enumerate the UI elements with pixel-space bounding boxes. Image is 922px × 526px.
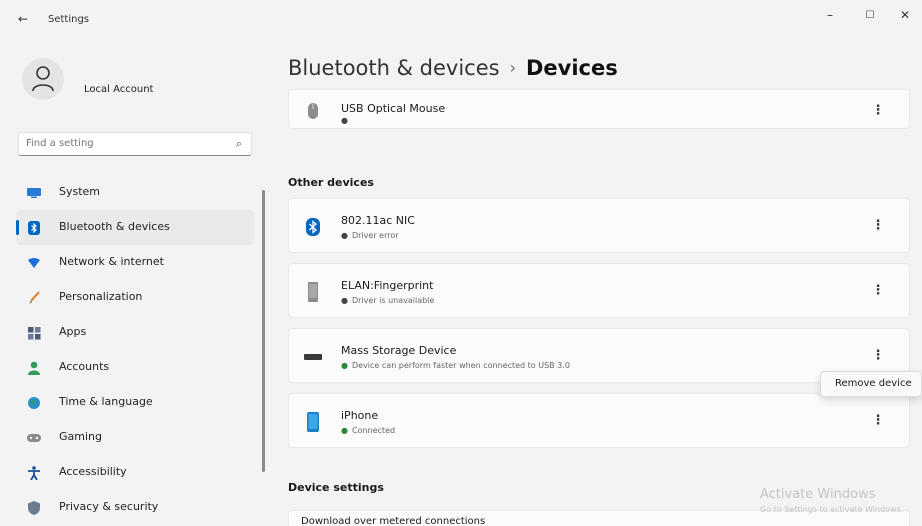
setting-label: Download over metered connections: [301, 516, 486, 526]
sidebar-scrollbar[interactable]: [262, 190, 265, 472]
more-options-button[interactable]: ⋮: [869, 282, 887, 300]
more-options-button[interactable]: ⋮: [869, 412, 887, 430]
watermark-title: Activate Windows: [760, 487, 876, 502]
app-title: Settings: [48, 14, 90, 25]
sidebar-item-accounts[interactable]: Accounts: [16, 350, 254, 385]
sidebar-item-label: Accounts: [59, 360, 110, 373]
bluetooth-icon: [27, 221, 41, 235]
phone-icon: [303, 411, 323, 433]
maximize-button[interactable]: ☐: [860, 10, 880, 21]
status-dot: ●: [341, 231, 348, 240]
globe-clock-icon: [27, 396, 41, 410]
device-card-mass-storage[interactable]: Mass Storage Device ● Device can perform …: [288, 328, 910, 383]
apps-icon: [27, 326, 41, 340]
breadcrumb-parent[interactable]: Bluetooth & devices: [288, 56, 500, 80]
accessibility-icon: [27, 466, 41, 480]
device-status: ● Connected: [341, 426, 396, 435]
device-status: ● Driver error: [341, 231, 399, 240]
section-heading-device-settings: Device settings: [288, 481, 384, 494]
device-card-elan-fingerprint[interactable]: ELAN:Fingerprint ● Driver is unavailable …: [288, 263, 910, 318]
section-heading-other-devices: Other devices: [288, 176, 374, 189]
status-dot: ●: [341, 361, 348, 370]
title-bar: ← Settings – ☐ ✕: [0, 0, 922, 40]
sidebar-item-personalization[interactable]: Personalization: [16, 280, 254, 315]
more-options-button[interactable]: ⋮: [869, 347, 887, 365]
sidebar-item-label: Time & language: [59, 395, 153, 408]
device-card-iphone[interactable]: iPhone ● Connected ⋮: [288, 393, 910, 448]
sidebar-item-system[interactable]: System: [16, 175, 254, 210]
search-icon[interactable]: ⌕: [236, 137, 242, 151]
device-card-802-11ac-nic[interactable]: 802.11ac NIC ● Driver error ⋮: [288, 198, 910, 253]
remove-device-menu-item[interactable]: Remove device: [835, 378, 912, 389]
active-indicator: [16, 220, 19, 235]
device-name: USB Optical Mouse: [341, 102, 446, 115]
watermark-subtitle: Go to Settings to activate Windows.: [760, 505, 904, 514]
mouse-icon: [303, 100, 323, 122]
device-status: ● Device can perform faster when connecte…: [341, 361, 570, 370]
sidebar-item-label: Bluetooth & devices: [59, 220, 170, 233]
more-options-button[interactable]: ⋮: [869, 217, 887, 235]
brush-icon: [27, 291, 41, 305]
wifi-icon: [27, 256, 41, 270]
gamepad-icon: [27, 431, 41, 445]
sidebar-item-label: Accessibility: [59, 465, 127, 478]
sidebar-item-label: Apps: [59, 325, 87, 338]
sidebar-item-label: Personalization: [59, 290, 143, 303]
close-button[interactable]: ✕: [895, 8, 915, 22]
device-status: ●: [341, 116, 352, 125]
person-icon: [27, 361, 41, 375]
sidebar-item-network[interactable]: Network & internet: [16, 245, 254, 280]
sidebar-item-time-language[interactable]: Time & language: [16, 385, 254, 420]
sidebar-item-accessibility[interactable]: Accessibility: [16, 455, 254, 490]
system-icon: [27, 186, 41, 200]
activation-watermark: Activate Windows Go to Settings to activ…: [760, 487, 903, 514]
more-options-button[interactable]: ⋮: [869, 102, 887, 120]
status-dot: ●: [341, 116, 348, 125]
sidebar-item-apps[interactable]: Apps: [16, 315, 254, 350]
sidebar-nav: System Bluetooth & devices Network & int…: [16, 175, 254, 525]
sidebar-item-label: Network & internet: [59, 255, 164, 268]
avatar: [22, 58, 64, 100]
device-icon: [303, 281, 323, 303]
back-button[interactable]: ←: [18, 12, 28, 26]
device-card-usb-mouse[interactable]: USB Optical Mouse ● ⋮: [288, 89, 910, 129]
account-name: Local Account: [84, 84, 154, 95]
sidebar-item-gaming[interactable]: Gaming: [16, 420, 254, 455]
search-input[interactable]: [26, 138, 216, 149]
status-dot: ●: [341, 296, 348, 305]
device-status: ● Driver is unavailable: [341, 296, 435, 305]
sidebar-item-privacy-security[interactable]: Privacy & security: [16, 490, 254, 525]
status-dot: ●: [341, 426, 348, 435]
page-title: Devices: [526, 56, 618, 80]
device-name: Mass Storage Device: [341, 344, 457, 357]
sidebar-item-label: Gaming: [59, 430, 102, 443]
person-avatar-icon: [32, 66, 54, 92]
sidebar-item-bluetooth-devices[interactable]: Bluetooth & devices: [16, 210, 254, 245]
shield-icon: [27, 501, 41, 515]
bluetooth-icon: [303, 216, 323, 238]
breadcrumb: Bluetooth & devices › Devices: [288, 56, 618, 80]
sidebar-item-label: Privacy & security: [59, 500, 159, 513]
sidebar-item-label: System: [59, 185, 101, 198]
context-menu: Remove device: [820, 371, 922, 397]
breadcrumb-separator: ›: [509, 58, 516, 77]
usb-drive-icon: [303, 346, 323, 368]
search-box[interactable]: ⌕: [18, 132, 252, 156]
minimize-button[interactable]: –: [820, 8, 840, 22]
device-name: 802.11ac NIC: [341, 214, 415, 227]
device-name: ELAN:Fingerprint: [341, 279, 434, 292]
device-name: iPhone: [341, 409, 379, 422]
